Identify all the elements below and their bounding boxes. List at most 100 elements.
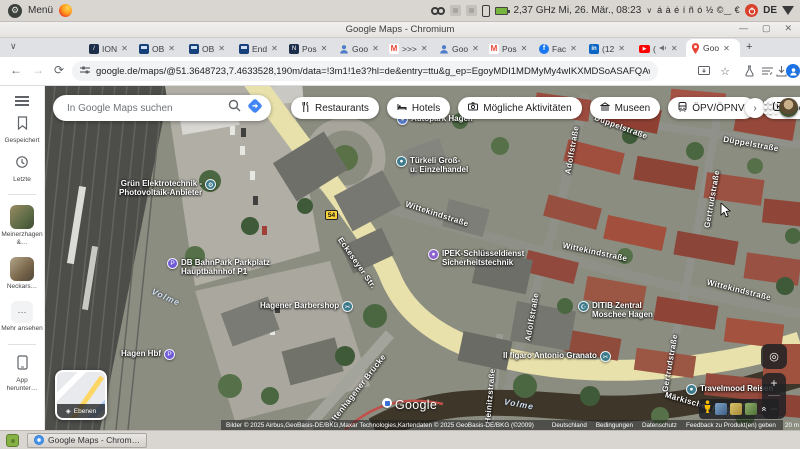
tab-close-icon[interactable]: ✕ xyxy=(723,44,730,53)
hamburger-menu-icon[interactable] xyxy=(15,96,29,106)
poi-ipek-schluesseldienst[interactable]: ● IPEK-SchlüsseldienstSicherheitstechnik xyxy=(428,249,524,267)
back-icon[interactable]: ← xyxy=(10,63,22,77)
clock-status[interactable]: 2,37 GHz Mi, 26. Mär., 08:23 xyxy=(513,5,641,16)
imagery-thumbnail[interactable] xyxy=(730,403,742,415)
kebab-menu-icon[interactable]: ⋮ xyxy=(794,64,800,78)
imagery-thumbnail[interactable] xyxy=(715,403,727,415)
tab-youtube[interactable]: ▶ ( ✕ xyxy=(635,40,685,57)
sidebar-item-get-app[interactable]: App herunter… xyxy=(0,355,44,393)
google-apps-grid-icon[interactable] xyxy=(764,101,778,115)
forward-icon[interactable]: → xyxy=(32,63,44,77)
my-location-button[interactable]: ◎ xyxy=(761,344,787,369)
battery-icon[interactable] xyxy=(495,7,508,15)
chip-museums[interactable]: Museen xyxy=(590,97,661,119)
flask-icon[interactable] xyxy=(742,64,756,78)
system-menu-label[interactable]: Menü xyxy=(28,5,53,16)
accessibility-icon[interactable] xyxy=(431,7,445,15)
tab-facebook[interactable]: f Fac ✕ xyxy=(535,40,585,57)
zoom-in-button[interactable]: + xyxy=(770,376,777,390)
transit-stop-icon[interactable] xyxy=(382,398,392,408)
chip-transit[interactable]: ÖPV/ÖPNV xyxy=(668,97,754,119)
sidebar-item-more[interactable]: ⋯ Mehr ansehen xyxy=(0,301,44,333)
account-avatar[interactable] xyxy=(779,98,798,117)
phone-tray-icon[interactable] xyxy=(482,5,490,17)
chip-hotels[interactable]: Hotels xyxy=(387,97,450,119)
poi-hagener-barbershop[interactable]: Hagener Barbershop ✂ xyxy=(260,301,353,312)
sidebar-item-saved[interactable]: Gespeichert xyxy=(0,116,44,145)
collapse-chevrons-icon[interactable]: « xyxy=(760,406,770,411)
tab-close-icon[interactable]: ✕ xyxy=(321,44,328,53)
tab-close-icon[interactable]: ✕ xyxy=(372,44,379,53)
maps-search-box[interactable]: In Google Maps suchen xyxy=(53,95,271,121)
feedback-link[interactable]: Feedback zu Produkt(en) geben xyxy=(686,422,776,429)
tab-close-icon[interactable]: ✕ xyxy=(271,44,278,53)
character-palette[interactable]: á à é í ñ ó ½ ©‿ € xyxy=(657,5,740,16)
install-app-icon[interactable] xyxy=(697,64,711,78)
taskbar-app-icon[interactable] xyxy=(6,434,19,447)
tab-gmail-1[interactable]: M >>> ✕ xyxy=(385,40,435,57)
tab-ob-2[interactable]: OB ✕ xyxy=(185,40,235,57)
tab-post[interactable]: N Pos ✕ xyxy=(285,40,335,57)
poi-travelmood-reisen[interactable]: ● Travelmood Reisen xyxy=(686,384,773,395)
person-favicon xyxy=(339,44,349,54)
tab-gmail-2[interactable]: M Pos ✕ xyxy=(485,40,535,57)
tab-linkedin[interactable]: in (12 ✕ xyxy=(585,40,635,57)
poi-gruen-elektrotechnik[interactable]: Grün Elektrotechnik -Photovoltaik-Anbiet… xyxy=(119,179,216,197)
satellite-map[interactable]: Eckeseyer Str. Wittekindstraße Wittekind… xyxy=(45,86,800,430)
tab-close-icon[interactable]: ✕ xyxy=(218,44,225,53)
tab-close-icon[interactable]: ✕ xyxy=(570,44,577,53)
tab-close-icon[interactable]: ✕ xyxy=(521,44,528,53)
minimize-button[interactable]: — xyxy=(739,23,748,34)
tab-search-icon[interactable]: ∨ xyxy=(10,41,17,52)
power-icon[interactable] xyxy=(745,4,758,17)
tab-close-icon[interactable]: ✕ xyxy=(121,44,128,53)
url-text[interactable]: google.de/maps/@51.3648723,7.4633528,190… xyxy=(96,66,650,77)
tab-close-icon[interactable]: ✕ xyxy=(472,44,479,53)
new-tab-button[interactable]: + xyxy=(746,41,752,53)
address-bar[interactable]: google.de/maps/@51.3648723,7.4633528,190… xyxy=(72,61,658,81)
site-info-icon[interactable] xyxy=(80,62,90,80)
poi-db-bahnpark[interactable]: P DB BahnPark ParkplatzHauptbahnhof P1 xyxy=(167,258,270,276)
tray-icon-1[interactable] xyxy=(450,5,461,16)
tray-icon-2[interactable] xyxy=(466,5,477,16)
poi-hagen-hbf[interactable]: Hagen Hbf P xyxy=(121,349,175,360)
network-icon[interactable] xyxy=(782,6,794,15)
poi-tuerkeli[interactable]: ● Türkeli Groß-u. Einzelhandel xyxy=(396,156,468,174)
tab-close-icon[interactable]: ✕ xyxy=(168,44,175,53)
directions-icon[interactable] xyxy=(247,98,263,119)
poi-il-figaro[interactable]: Il figaro Antonio Granato ✂ xyxy=(503,351,611,362)
imagery-thumbnail[interactable] xyxy=(745,403,757,415)
reload-icon[interactable]: ⟳ xyxy=(54,63,64,77)
sidebar-item-trip-neckar[interactable]: Neckars… xyxy=(0,257,44,291)
close-button[interactable]: ✕ xyxy=(784,23,792,34)
taskbar-window-button[interactable]: Google Maps - Chrom… xyxy=(27,433,147,448)
privacy-link[interactable]: Datenschutz xyxy=(642,422,677,429)
firefox-icon[interactable] xyxy=(59,4,72,17)
tab-close-icon[interactable]: ✕ xyxy=(671,44,678,53)
reading-list-icon[interactable] xyxy=(760,64,774,78)
tab-end[interactable]: End ✕ xyxy=(235,40,285,57)
tab-close-icon[interactable]: ✕ xyxy=(421,44,428,53)
tab-ob-1[interactable]: OB ✕ xyxy=(135,40,185,57)
terms-link[interactable]: Bedingungen xyxy=(596,422,633,429)
chip-restaurants[interactable]: Restaurants xyxy=(291,97,379,119)
layers-button[interactable]: ◈Ebenen xyxy=(55,370,107,420)
maximize-button[interactable]: ▢ xyxy=(762,23,771,34)
chips-scroll-right-button[interactable]: › xyxy=(745,98,765,118)
tab-google-maps-active[interactable]: Goo ✕ xyxy=(686,39,740,57)
sidebar-item-recent[interactable]: Letzte xyxy=(0,155,44,184)
search-input[interactable]: In Google Maps suchen xyxy=(67,103,228,114)
tab-google-account-1[interactable]: Goo ✕ xyxy=(335,40,385,57)
chip-activities[interactable]: Mögliche Aktivitäten xyxy=(458,97,581,119)
tab-close-icon[interactable]: ✕ xyxy=(618,44,625,53)
pegman-icon[interactable] xyxy=(703,400,712,419)
tab-ionos[interactable]: / ION ✕ xyxy=(85,40,135,57)
bookmark-star-icon[interactable]: ☆ xyxy=(718,64,732,78)
keyboard-layout[interactable]: DE xyxy=(763,5,777,16)
chevron-down-icon[interactable]: ∨ xyxy=(646,6,652,15)
tab-google-account-2[interactable]: Goo ✕ xyxy=(435,40,485,57)
system-menu-icon[interactable]: ⚙ xyxy=(8,4,22,18)
sidebar-item-trip-meinerzhagen[interactable]: Meinerzhagen &… xyxy=(0,205,44,247)
search-icon[interactable] xyxy=(228,99,241,117)
poi-ditib-moschee[interactable]: ☪ DITIB ZentralMoschee Hagen xyxy=(578,301,653,319)
